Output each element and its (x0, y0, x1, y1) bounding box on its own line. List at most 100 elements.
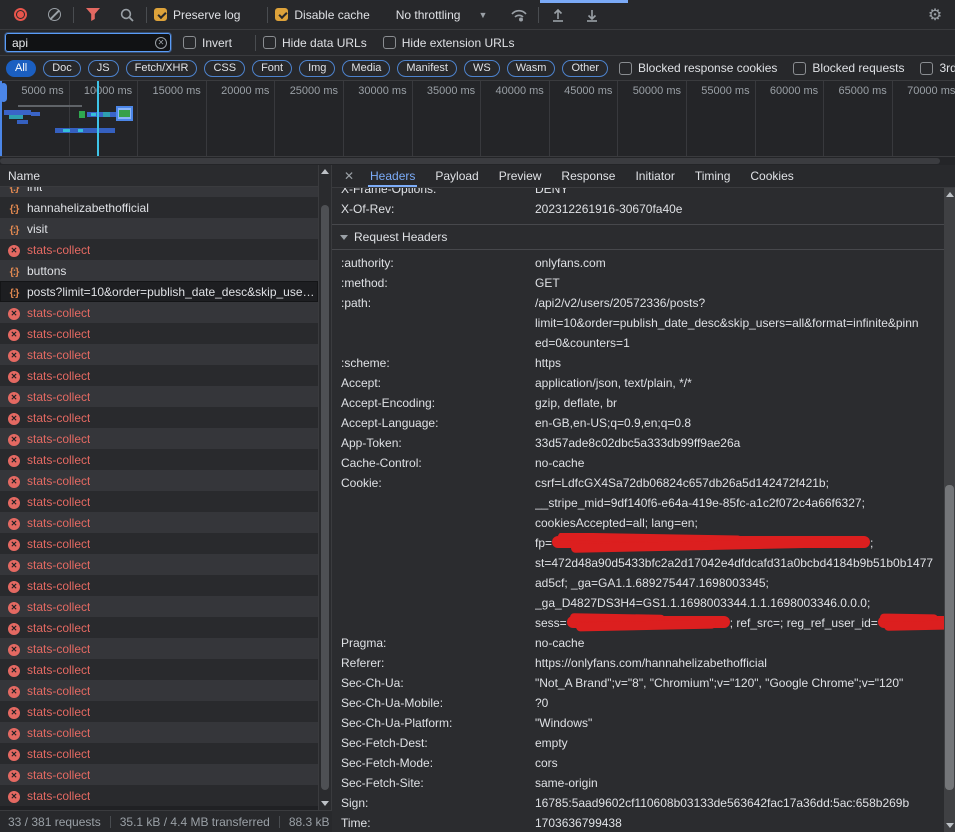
type-pill-manifest[interactable]: Manifest (397, 60, 457, 77)
request-row[interactable]: ✕stats-collect (0, 764, 318, 785)
divider (146, 7, 147, 23)
request-row[interactable]: ✕stats-collect (0, 386, 318, 407)
tab-headers[interactable]: Headers (360, 165, 425, 187)
request-failed-icon-wrap: ✕ (7, 326, 21, 341)
request-row[interactable]: ✕stats-collect (0, 470, 318, 491)
timeline-brush-handle[interactable] (0, 83, 7, 102)
header-value: application/json, text/plain, */* (535, 373, 944, 393)
waterfall-mark (79, 111, 85, 118)
request-row[interactable]: {:}buttons (0, 260, 318, 281)
invert-label: Invert (202, 36, 232, 50)
name-column-header[interactable]: Name (0, 165, 318, 187)
tab-timing[interactable]: Timing (685, 165, 741, 187)
tab-cookies[interactable]: Cookies (740, 165, 803, 187)
details-scrollbar[interactable] (944, 188, 955, 832)
filter-toggle-button[interactable] (81, 3, 105, 27)
type-pill-css[interactable]: CSS (204, 60, 245, 77)
network-conditions-icon (510, 8, 528, 22)
network-conditions-button[interactable] (507, 3, 531, 27)
request-row[interactable]: ✕stats-collect (0, 575, 318, 596)
request-row[interactable]: ✕stats-collect (0, 428, 318, 449)
request-row[interactable]: {:}init (0, 187, 318, 197)
request-row[interactable]: ✕stats-collect (0, 701, 318, 722)
scrollbar-thumb[interactable] (945, 485, 954, 790)
invert-checkbox[interactable]: Invert (183, 36, 232, 50)
request-row[interactable]: ✕stats-collect (0, 365, 318, 386)
request-failed-icon-wrap: ✕ (7, 578, 21, 593)
request-row[interactable]: ✕stats-collect (0, 554, 318, 575)
header-row: Cache-Control:no-cache (332, 453, 944, 473)
request-row[interactable]: ✕stats-collect (0, 407, 318, 428)
disable-cache-checkbox[interactable]: Disable cache (275, 8, 373, 22)
request-row[interactable]: ✕stats-collect (0, 722, 318, 743)
request-row[interactable]: ✕stats-collect (0, 449, 318, 470)
timeline-scrollbar[interactable] (0, 157, 955, 165)
request-row[interactable]: ✕stats-collect (0, 302, 318, 323)
settings-gear-icon[interactable]: ⚙ (923, 3, 947, 27)
request-failed-icon: ✕ (8, 581, 20, 593)
header-value-line: st=472d48a90d5433bfc2a2d17042e4dfdcafd31… (535, 553, 944, 573)
request-row[interactable]: ✕stats-collect (0, 533, 318, 554)
tab-initiator[interactable]: Initiator (625, 165, 684, 187)
request-row[interactable]: ✕stats-collect (0, 638, 318, 659)
request-list-panel: Name {:}init{:}hannahelizabethofficial{:… (0, 165, 332, 832)
request-row[interactable]: {:}hannahelizabethofficial (0, 197, 318, 218)
request-list-scrollbar[interactable] (318, 165, 331, 810)
filter-input[interactable] (5, 33, 171, 52)
header-row: Time:1703636799438 (332, 813, 944, 832)
tab-preview[interactable]: Preview (489, 165, 552, 187)
request-row[interactable]: ✕stats-collect (0, 512, 318, 533)
request-row[interactable]: ✕stats-collect (0, 323, 318, 344)
type-pill-fetch-xhr[interactable]: Fetch/XHR (126, 60, 198, 77)
network-overview-timeline[interactable]: 5000 ms10000 ms15000 ms20000 ms25000 ms3… (0, 81, 955, 157)
filter-checkbox-blocked-requests[interactable]: Blocked requests (793, 61, 904, 75)
search-button[interactable] (115, 3, 139, 27)
scroll-up-arrow[interactable] (944, 188, 955, 201)
request-row[interactable]: ✕stats-collect (0, 491, 318, 512)
preserve-log-checkbox[interactable]: Preserve log (154, 8, 244, 22)
request-row[interactable]: ✕stats-collect (0, 344, 318, 365)
request-headers-section-header[interactable]: Request Headers (332, 225, 944, 249)
request-row[interactable]: ✕stats-collect (0, 680, 318, 701)
type-pill-font[interactable]: Font (252, 60, 292, 77)
scrollbar-thumb[interactable] (0, 158, 940, 164)
request-row[interactable]: {:}visit (0, 218, 318, 239)
request-row-selected[interactable]: {:}posts?limit=10&order=publish_date_des… (0, 281, 318, 302)
tab-response[interactable]: Response (551, 165, 625, 187)
filter-checkbox-3rd-party-requests[interactable]: 3rd-party requests (920, 61, 955, 75)
type-pill-wasm[interactable]: Wasm (507, 60, 556, 77)
type-pill-all[interactable]: All (6, 60, 36, 77)
type-pill-doc[interactable]: Doc (43, 60, 81, 77)
hide-data-urls-checkbox[interactable]: Hide data URLs (263, 36, 367, 50)
request-row[interactable]: ✕stats-collect (0, 743, 318, 764)
export-har-button[interactable] (580, 3, 604, 27)
request-row[interactable]: ✕stats-collect (0, 659, 318, 680)
request-details-panel: ✕ HeadersPayloadPreviewResponseInitiator… (332, 165, 955, 832)
scroll-down-arrow[interactable] (944, 819, 955, 832)
record-button[interactable] (8, 3, 32, 27)
request-row[interactable]: ✕stats-collect (0, 596, 318, 617)
hide-extension-urls-checkbox[interactable]: Hide extension URLs (383, 36, 515, 50)
type-pill-img[interactable]: Img (299, 60, 335, 77)
header-name: Cookie: (332, 473, 535, 633)
request-row[interactable]: ✕stats-collect (0, 785, 318, 806)
request-row[interactable]: ✕stats-collect (0, 617, 318, 638)
tab-payload[interactable]: Payload (425, 165, 488, 187)
type-pill-js[interactable]: JS (88, 60, 119, 77)
throttling-select[interactable]: No throttling ▼ (396, 8, 488, 22)
selected-request-waterfall-box (116, 106, 133, 121)
scroll-down-arrow[interactable] (319, 797, 331, 810)
clear-filter-icon[interactable]: ✕ (155, 37, 167, 49)
clear-button[interactable] (42, 3, 66, 27)
type-pill-other[interactable]: Other (562, 60, 608, 77)
filter-checkbox-blocked-response-cookies[interactable]: Blocked response cookies (619, 61, 777, 75)
import-har-button[interactable] (546, 3, 570, 27)
close-details-icon[interactable]: ✕ (338, 169, 360, 183)
type-pill-media[interactable]: Media (342, 60, 390, 77)
scroll-up-arrow[interactable] (319, 165, 331, 178)
header-value: 1703636799438 (535, 813, 944, 832)
request-row[interactable]: ✕stats-collect (0, 239, 318, 260)
type-pill-ws[interactable]: WS (464, 60, 500, 77)
scrollbar-thumb[interactable] (321, 205, 329, 790)
header-row: Sec-Ch-Ua-Mobile:?0 (332, 693, 944, 713)
